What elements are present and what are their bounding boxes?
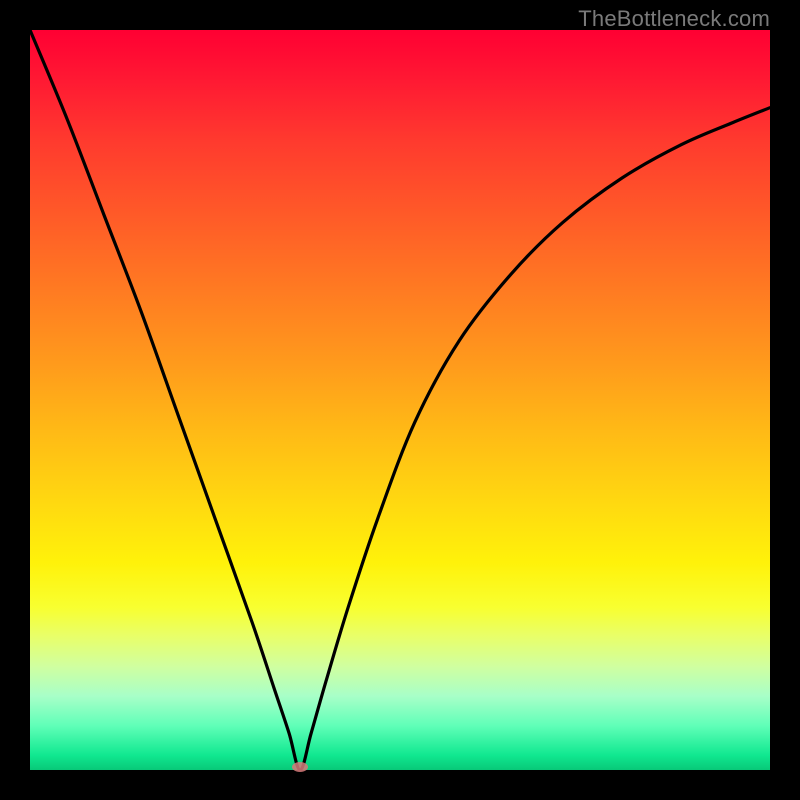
bottleneck-curve bbox=[30, 30, 770, 770]
chart-frame: TheBottleneck.com bbox=[0, 0, 800, 800]
curve-svg bbox=[30, 30, 770, 770]
minimum-marker bbox=[292, 762, 308, 772]
plot-area bbox=[30, 30, 770, 770]
watermark-text: TheBottleneck.com bbox=[578, 6, 770, 32]
